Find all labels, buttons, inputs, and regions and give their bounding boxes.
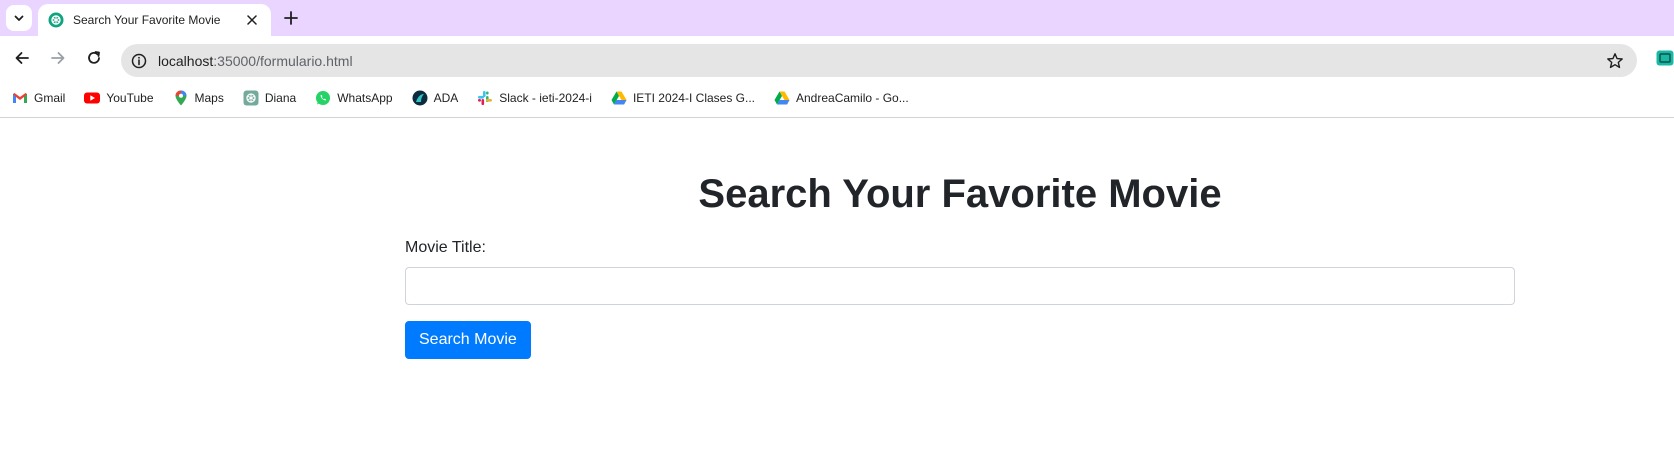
search-movie-button[interactable]: Search Movie bbox=[405, 321, 531, 359]
tab-search-button[interactable] bbox=[6, 5, 32, 31]
page-title: Search Your Favorite Movie bbox=[698, 172, 1222, 216]
youtube-icon bbox=[84, 90, 101, 106]
ada-icon bbox=[412, 90, 428, 106]
bookmark-label: Diana bbox=[264, 91, 297, 105]
openai-knot-icon bbox=[48, 12, 64, 28]
maps-icon bbox=[173, 90, 189, 106]
plus-icon bbox=[284, 11, 298, 25]
bookmark-whatsapp[interactable]: WhatsApp bbox=[315, 86, 393, 110]
reload-icon bbox=[88, 51, 100, 64]
address-bar[interactable]: localhost:35000/formulario.html bbox=[121, 44, 1637, 77]
url-text[interactable]: localhost:35000/formulario.html bbox=[158, 53, 1603, 69]
bookmarks-bar: Gmail YouTube Maps Diana WhatsApp ADA Sl… bbox=[0, 79, 1674, 118]
movie-title-label: Movie Title: bbox=[405, 239, 486, 256]
bookmark-label: YouTube bbox=[106, 91, 154, 105]
browser-toolbar: localhost:35000/formulario.html bbox=[0, 36, 1674, 79]
bookmark-label: IETI 2024-I Clases G... bbox=[632, 91, 755, 105]
chevron-down-icon bbox=[14, 15, 24, 21]
bookmark-label: Slack - ieti-2024-i bbox=[499, 91, 592, 105]
page-content: Search Your Favorite Movie Movie Title: … bbox=[0, 118, 1674, 456]
url-host: localhost bbox=[158, 52, 214, 69]
bookmark-andreacamilo[interactable]: AndreaCamilo - Go... bbox=[774, 86, 909, 110]
site-info-icon[interactable] bbox=[129, 51, 149, 71]
active-tab[interactable]: Search Your Favorite Movie bbox=[38, 4, 271, 36]
bookmark-diana[interactable]: Diana bbox=[243, 86, 296, 110]
url-path: :35000/formulario.html bbox=[213, 52, 353, 69]
tab-title: Search Your Favorite Movie bbox=[73, 13, 221, 27]
bookmark-gmail[interactable]: Gmail bbox=[12, 86, 65, 110]
whatsapp-icon bbox=[315, 90, 331, 106]
bookmark-ada[interactable]: ADA bbox=[412, 86, 459, 110]
form-container: Search Your Favorite Movie Movie Title: … bbox=[405, 118, 1515, 359]
arrow-left-icon bbox=[15, 52, 29, 64]
google-drive-icon bbox=[611, 90, 627, 106]
bookmark-label: AndreaCamilo - Go... bbox=[796, 91, 909, 105]
tab-strip: Search Your Favorite Movie bbox=[0, 0, 1674, 36]
new-tab-button[interactable] bbox=[281, 8, 301, 28]
slack-icon bbox=[477, 90, 493, 106]
arrow-right-icon bbox=[51, 52, 65, 64]
bookmark-label: ADA bbox=[433, 91, 459, 105]
bookmark-ieti-clases[interactable]: IETI 2024-I Clases G... bbox=[611, 86, 755, 110]
google-drive-icon bbox=[774, 90, 790, 106]
bookmark-label: Maps bbox=[194, 91, 224, 105]
close-icon[interactable] bbox=[243, 11, 261, 29]
bookmark-star-icon[interactable] bbox=[1603, 49, 1627, 73]
bookmark-maps[interactable]: Maps bbox=[173, 86, 224, 110]
back-button[interactable] bbox=[10, 46, 34, 70]
movie-title-input[interactable] bbox=[405, 267, 1515, 305]
bookmark-label: Gmail bbox=[34, 91, 66, 105]
forward-button[interactable] bbox=[46, 46, 70, 70]
gmail-icon bbox=[12, 90, 28, 106]
bookmark-slack[interactable]: Slack - ieti-2024-i bbox=[477, 86, 592, 110]
reload-button[interactable] bbox=[82, 46, 106, 70]
bookmark-label: WhatsApp bbox=[337, 91, 393, 105]
extension-icon[interactable] bbox=[1656, 50, 1674, 66]
openai-icon bbox=[243, 90, 259, 106]
bookmark-youtube[interactable]: YouTube bbox=[84, 86, 154, 110]
